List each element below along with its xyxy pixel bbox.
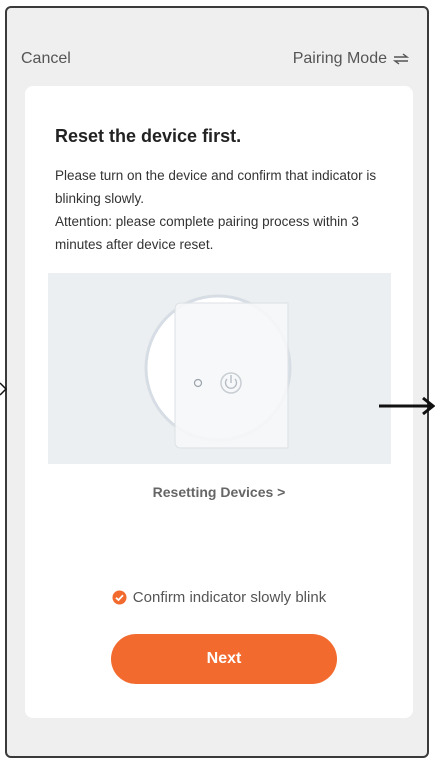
cancel-button[interactable]: Cancel [21, 50, 71, 68]
description-line-1: Please turn on the device and confirm th… [55, 168, 377, 206]
resetting-devices-link[interactable]: Resetting Devices > [25, 484, 413, 500]
device-illustration [48, 273, 391, 464]
next-button[interactable]: Next [111, 634, 337, 684]
pairing-mode-button[interactable]: Pairing Mode [293, 50, 409, 68]
left-arrow-icon [0, 382, 8, 396]
confirm-indicator-checkbox[interactable]: Confirm indicator slowly blink [25, 589, 413, 606]
confirm-label: Confirm indicator slowly blink [132, 589, 327, 606]
card-title: Reset the device first. [55, 126, 242, 146]
top-bar: Cancel Pairing Mode [7, 8, 427, 84]
swap-icon [393, 53, 409, 65]
checkmark-icon [112, 590, 127, 605]
right-arrow-icon [379, 396, 435, 416]
phone-screen: Cancel Pairing Mode Reset the device fir… [5, 6, 429, 758]
device-illustration-graphic [144, 294, 292, 449]
reset-card: Reset the device first. Please turn on t… [25, 86, 413, 718]
card-description: Please turn on the device and confirm th… [55, 164, 395, 256]
description-line-2: Attention: please complete pairing proce… [55, 214, 359, 252]
pairing-mode-label: Pairing Mode [292, 50, 387, 67]
